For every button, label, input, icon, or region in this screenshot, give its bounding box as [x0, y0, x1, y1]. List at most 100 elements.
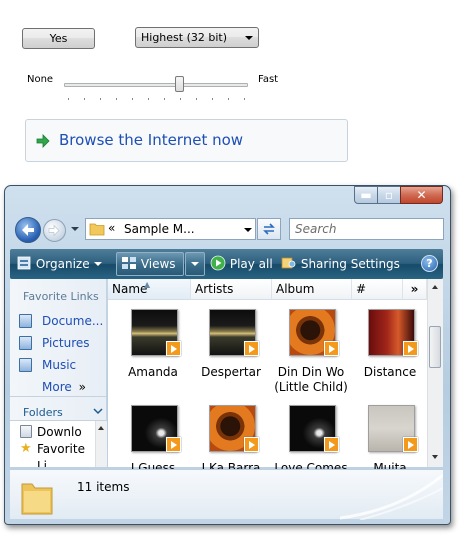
details-pane: 11 items	[10, 469, 443, 520]
column-name[interactable]: Name ▲	[108, 279, 191, 300]
breadcrumb-sample-music[interactable]: Sample M...	[124, 222, 195, 236]
command-bar: Organize Views Play all Sharing Settings…	[10, 249, 443, 279]
nav-link-music[interactable]: Music	[42, 358, 76, 372]
play-badge-icon	[403, 437, 418, 452]
tree-scrollbar[interactable]	[95, 421, 107, 467]
play-badge-icon	[403, 341, 418, 356]
play-badge-icon	[244, 341, 259, 356]
file-name-label[interactable]: Distance	[350, 365, 430, 380]
slider-max-label: Fast	[258, 74, 279, 85]
command-link-label: Browse the Internet now	[59, 131, 244, 149]
play-badge-icon	[166, 437, 181, 452]
quality-select-value: Highest (32 bit)	[141, 31, 228, 44]
forward-button[interactable]	[43, 219, 66, 242]
slider-tick	[68, 98, 69, 100]
folders-collapse-icon[interactable]	[93, 408, 103, 416]
organize-chevron-icon	[93, 262, 102, 266]
nav-link-documents[interactable]: Docume...	[42, 314, 103, 328]
tree-scroll-up-icon[interactable]	[98, 426, 104, 430]
slider-tick	[212, 98, 213, 100]
nav-link-pictures[interactable]: Pictures	[42, 336, 90, 350]
column-name-label: Name	[112, 282, 148, 296]
address-bar[interactable]: « Sample M...	[85, 218, 256, 240]
slider-tick	[132, 98, 133, 100]
close-button[interactable]: ✕	[400, 186, 443, 204]
play-badge-icon	[324, 341, 339, 356]
refresh-button[interactable]	[257, 218, 281, 240]
minimize-icon: ▬	[360, 188, 372, 202]
play-badge-icon	[324, 437, 339, 452]
vertical-scroll-thumb[interactable]	[429, 326, 441, 368]
organize-label: Organize	[35, 257, 90, 271]
play-badge-icon	[166, 341, 181, 356]
refresh-icon	[263, 223, 275, 235]
file-list: Name ▲ Artists Album # » Amanda Despertar…	[108, 279, 443, 475]
sharing-icon	[281, 257, 296, 269]
column-artists-label: Artists	[195, 282, 234, 296]
recent-pages-chevron-icon[interactable]	[71, 227, 79, 231]
favorite-links-header: Favorite Links	[23, 290, 99, 303]
play-all-label: Play all	[229, 257, 273, 271]
quality-select[interactable]: Highest (32 bit)	[135, 27, 259, 48]
scroll-down-icon[interactable]	[432, 455, 438, 459]
slider-tick	[148, 98, 149, 100]
slider-tick	[100, 98, 101, 100]
scroll-up-icon[interactable]	[432, 285, 438, 289]
organize-button[interactable]: Organize	[16, 249, 102, 279]
views-dropdown-button[interactable]	[185, 252, 205, 276]
maximize-icon: ▫	[384, 188, 394, 202]
sharing-settings-button[interactable]: Sharing Settings	[281, 249, 400, 279]
downloads-folder-icon	[20, 425, 32, 438]
file-name-label[interactable]: Din Din Wo (Little Child)	[271, 365, 351, 395]
music-icon	[19, 358, 32, 372]
slider-tick	[228, 98, 229, 100]
yes-button[interactable]: Yes	[22, 28, 95, 49]
column-track-number-label: #	[356, 282, 367, 296]
slider-tick	[84, 98, 85, 100]
address-dropdown-icon[interactable]	[244, 228, 252, 232]
slider-tick	[164, 98, 165, 100]
navigation-pane: Favorite Links Docume... Pictures Music …	[10, 279, 107, 467]
tree-item-downloads[interactable]: Downlo	[37, 425, 82, 439]
organize-icon	[17, 256, 31, 270]
tree-item-favorites[interactable]: Favorite	[37, 442, 85, 456]
minimize-button[interactable]: ▬	[354, 186, 378, 204]
help-icon: ?	[426, 257, 433, 270]
column-artists[interactable]: Artists	[191, 279, 272, 300]
browse-internet-command-link[interactable]: Browse the Internet now	[25, 119, 348, 162]
details-swoosh-decoration	[340, 473, 443, 520]
views-button[interactable]: Views	[116, 252, 184, 276]
slider-track[interactable]	[64, 83, 248, 87]
sort-ascending-icon: ▲	[144, 280, 151, 289]
file-name-label[interactable]: Despertar	[191, 365, 271, 380]
column-album-label: Album	[276, 282, 315, 296]
nav-more-link[interactable]: More »	[42, 380, 86, 394]
breadcrumb-overflow-icon[interactable]: «	[108, 221, 115, 235]
slider-min-label: None	[27, 74, 54, 85]
item-count: 11 items	[77, 480, 130, 494]
chevron-down-icon	[245, 36, 253, 40]
tree-item-links[interactable]: Li...	[37, 459, 58, 467]
help-button[interactable]: ?	[421, 255, 438, 272]
more-columns-icon: »	[410, 282, 419, 296]
play-badge-icon	[244, 437, 259, 452]
maximize-button[interactable]: ▫	[377, 186, 401, 204]
folders-header[interactable]: Folders	[23, 406, 63, 419]
slider-thumb[interactable]	[175, 76, 184, 92]
vertical-scrollbar[interactable]	[427, 279, 443, 467]
folder-icon	[89, 223, 105, 236]
forward-arrow-icon	[48, 224, 60, 237]
back-button[interactable]	[15, 217, 41, 243]
back-arrow-icon	[22, 224, 34, 236]
views-icon	[122, 257, 136, 269]
slider-tick	[196, 98, 197, 100]
play-all-button[interactable]: Play all	[210, 249, 273, 279]
green-arrow-icon	[36, 134, 50, 148]
play-icon	[210, 255, 226, 271]
slider-tick	[244, 98, 245, 100]
column-track-number[interactable]: #	[352, 279, 403, 300]
more-columns-button[interactable]: »	[403, 279, 427, 300]
search-input[interactable]: Search	[289, 218, 444, 240]
file-name-label[interactable]: Amanda	[113, 365, 193, 380]
column-album[interactable]: Album	[272, 279, 352, 300]
